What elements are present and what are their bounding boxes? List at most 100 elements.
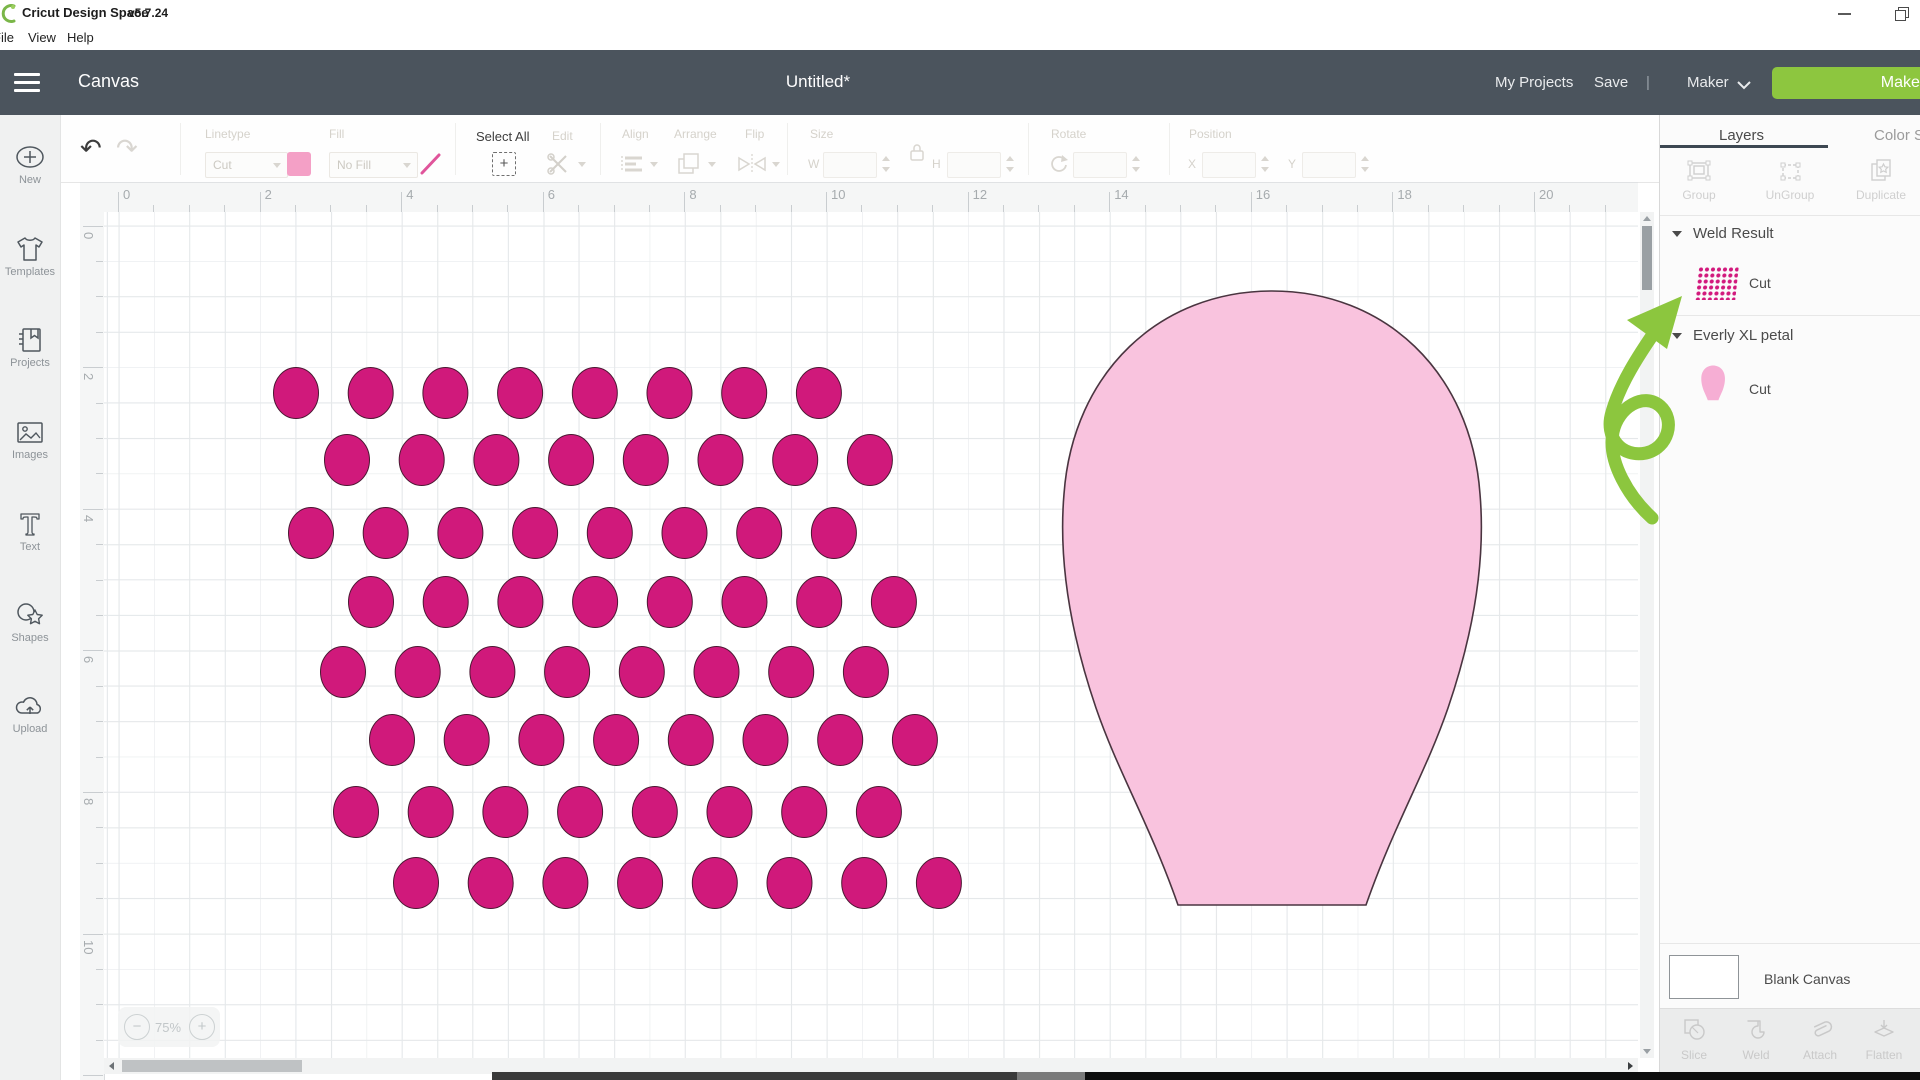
vertical-scrollbar-thumb[interactable] [1642,226,1652,290]
canvas-dot[interactable] [513,508,558,559]
layer-thumbnail-petal[interactable] [1700,363,1726,403]
canvas-dot[interactable] [662,508,707,559]
collapse-triangle-icon[interactable] [1672,231,1682,237]
width-stepper[interactable] [882,152,891,176]
canvas-dot[interactable] [423,577,468,628]
fill-dropdown[interactable]: No Fill [329,152,418,178]
canvas-nav-label[interactable]: Canvas [78,71,139,92]
canvas-dot[interactable] [470,647,515,698]
canvas-dot[interactable] [797,577,842,628]
my-projects-link[interactable]: My Projects [1495,74,1573,91]
canvas-dot[interactable] [871,577,916,628]
canvas-dot[interactable] [395,647,440,698]
align-icon[interactable] [620,154,646,174]
group-name[interactable]: Weld Result [1693,225,1774,242]
group-button[interactable]: Group [1668,157,1730,202]
menu-help[interactable]: Help [67,30,94,45]
canvas-dot[interactable] [573,577,618,628]
sidebar-item-shapes[interactable]: Shapes [0,600,60,662]
weld-button[interactable]: Weld [1728,1017,1784,1062]
undo-icon[interactable]: ↶ [80,133,102,164]
flatten-button[interactable]: Flatten [1856,1017,1912,1062]
canvas-dot[interactable] [843,647,888,698]
canvas-dot[interactable] [847,435,892,486]
canvas-dot[interactable] [349,577,394,628]
canvas-dot[interactable] [519,715,564,766]
canvas-dot[interactable] [363,508,408,559]
canvas-dot[interactable] [549,435,594,486]
canvas-dot[interactable] [474,435,519,486]
canvas-dot[interactable] [647,368,692,419]
align-dropdown-icon[interactable] [650,162,658,167]
x-stepper[interactable] [1261,152,1270,176]
vertical-scrollbar[interactable] [1640,212,1654,1058]
dots-grid[interactable] [274,368,962,909]
layer-label[interactable]: Cut [1749,381,1771,397]
canvas-dot[interactable] [394,858,439,909]
canvas-dot[interactable] [483,787,528,838]
canvas-dot[interactable] [348,368,393,419]
canvas-dot[interactable] [818,715,863,766]
linetype-dropdown[interactable]: Cut [205,152,288,178]
select-all-label[interactable]: Select All [476,129,529,144]
canvas-dot[interactable] [632,787,677,838]
canvas-dot[interactable] [572,368,617,419]
menu-file[interactable]: File [0,30,14,45]
width-input[interactable] [823,152,877,178]
flip-dropdown-icon[interactable] [772,162,780,167]
edit-tools-icon[interactable] [546,152,574,176]
canvas-dot[interactable] [694,647,739,698]
canvas-dot[interactable] [274,368,319,419]
canvas-dot[interactable] [811,508,856,559]
canvas-dot[interactable] [707,787,752,838]
tab-layers[interactable]: Layers [1719,127,1764,144]
sidebar-item-text[interactable]: Text [0,509,60,571]
canvas-dot[interactable] [722,577,767,628]
canvas-dot[interactable] [468,858,513,909]
canvas-dot[interactable] [722,368,767,419]
sidebar-item-new[interactable]: New [0,142,60,204]
canvas-dot[interactable] [370,715,415,766]
make-it-button[interactable]: Make It [1772,67,1920,99]
hamburger-menu-icon[interactable] [14,73,40,92]
scroll-left-icon[interactable] [109,1062,114,1070]
canvas-dot[interactable] [325,435,370,486]
canvas-dot[interactable] [289,508,334,559]
canvas-dot[interactable] [769,647,814,698]
height-stepper[interactable] [1006,152,1015,176]
select-all-icon[interactable]: + [492,152,516,176]
canvas-dot[interactable] [438,508,483,559]
canvas-dot[interactable] [594,715,639,766]
canvas-dot[interactable] [782,787,827,838]
canvas-dot[interactable] [498,368,543,419]
canvas-dot[interactable] [334,787,379,838]
arrange-dropdown-icon[interactable] [708,162,716,167]
canvas-dot[interactable] [647,577,692,628]
canvas-dot[interactable] [668,715,713,766]
ungroup-button[interactable]: UnGroup [1755,157,1825,202]
canvas-dot[interactable] [698,435,743,486]
duplicate-button[interactable]: Duplicate [1846,157,1916,202]
canvas-dot[interactable] [773,435,818,486]
canvas-dot[interactable] [543,858,588,909]
canvas-dot[interactable] [423,368,468,419]
canvas-dot[interactable] [796,368,841,419]
minimize-icon[interactable] [1838,13,1851,15]
machine-select[interactable]: Maker [1687,74,1729,91]
blank-canvas-thumbnail[interactable] [1669,955,1739,999]
canvas-dot[interactable] [842,858,887,909]
canvas-dot[interactable] [399,435,444,486]
scroll-right-icon[interactable] [1628,1062,1633,1070]
linetype-color-swatch[interactable] [287,152,311,176]
petal-shape[interactable] [1063,291,1482,905]
canvas-dot[interactable] [767,858,812,909]
y-input[interactable] [1302,152,1356,178]
x-input[interactable] [1202,152,1256,178]
canvas-dot[interactable] [692,858,737,909]
canvas-dot[interactable] [892,715,937,766]
rotate-stepper[interactable] [1132,152,1141,176]
canvas-dot[interactable] [618,858,663,909]
slice-button[interactable]: Slice [1666,1017,1722,1062]
menu-view[interactable]: View [28,30,56,45]
lock-icon[interactable] [909,143,925,161]
